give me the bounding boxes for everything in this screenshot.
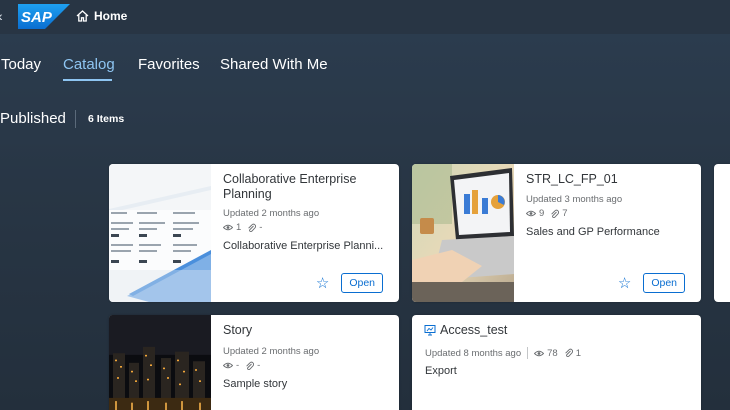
section-title: Published	[0, 110, 66, 127]
story-card[interactable]: Collaborative Enterprise Planning Update…	[109, 164, 399, 302]
card-updated: Updated 2 months ago	[223, 208, 320, 219]
attachments-count: 1	[575, 347, 581, 359]
card-body: Collaborative Enterprise Planning Update…	[223, 172, 389, 252]
views-count: -	[236, 360, 240, 371]
card-actions: ☆ Open	[316, 273, 383, 293]
svg-text:SAP: SAP	[21, 9, 53, 26]
paperclip-icon	[248, 223, 257, 232]
card-title[interactable]: Access_test	[440, 323, 507, 337]
card-description: Collaborative Enterprise Planni...	[223, 240, 384, 252]
card-description: Export	[425, 365, 457, 377]
eye-icon	[534, 350, 545, 356]
card-body: Story Updated 2 months ago - - Sample st…	[223, 323, 389, 390]
card-body: STR_LC_FP_01 Updated 3 months ago 9 7 Sa…	[526, 172, 691, 238]
card-actions: ☆ Open	[618, 273, 685, 293]
card-updated: Updated 3 months ago	[526, 194, 623, 205]
attachments-count: 7	[562, 208, 568, 219]
views-stat: 9	[526, 208, 544, 219]
eye-icon	[223, 362, 233, 369]
views-stat: -	[223, 360, 239, 371]
views-stat: 78	[534, 348, 558, 359]
card-updated: Updated 2 months ago	[223, 346, 320, 357]
open-button[interactable]: Open	[643, 273, 685, 293]
card-title[interactable]: Story	[223, 323, 389, 338]
open-button[interactable]: Open	[341, 273, 383, 293]
card-title[interactable]: STR_LC_FP_01	[526, 172, 691, 187]
attachments-stat: 1	[564, 348, 581, 359]
card-meta: Updated 8 months ago 78 1	[425, 347, 581, 359]
views-count: 9	[539, 208, 545, 219]
tab-favorites[interactable]: Favorites	[138, 56, 200, 73]
attachments-count: -	[257, 360, 261, 371]
favorite-star-icon[interactable]: ☆	[316, 276, 329, 291]
card-stats: 1 -	[223, 222, 389, 233]
presentation-icon	[424, 325, 436, 336]
card-header: Access_test	[424, 323, 507, 337]
home-icon	[76, 10, 89, 22]
card-thumbnail	[412, 164, 514, 302]
sap-logo[interactable]: SAP	[18, 4, 70, 29]
card-stats: 9 7	[526, 208, 691, 219]
paperclip-icon	[564, 348, 573, 358]
card-thumbnail	[109, 315, 211, 410]
card-title[interactable]: Collaborative Enterprise Planning	[223, 172, 389, 202]
item-count: 6 Items	[88, 113, 125, 125]
home-link[interactable]: Home	[76, 9, 127, 23]
attachments-count: -	[259, 222, 263, 233]
shell-bar: ‹ SAP Home	[0, 0, 730, 34]
card-thumbnail	[109, 164, 211, 302]
card-stats: - -	[223, 360, 389, 371]
tab-shared-with-me[interactable]: Shared With Me	[220, 56, 328, 73]
paperclip-icon	[246, 361, 255, 370]
attachments-stat: -	[247, 222, 262, 233]
favorite-star-icon[interactable]: ☆	[618, 276, 631, 291]
card-updated: Updated 8 months ago	[425, 347, 522, 359]
story-card[interactable]: STR_LC_FP_01 Updated 3 months ago 9 7 Sa…	[412, 164, 701, 302]
views-stat: 1	[223, 222, 241, 233]
views-count: 78	[547, 347, 558, 359]
story-card[interactable]: Access_test Updated 8 months ago 78 1 Ex…	[412, 315, 701, 410]
menu-icon[interactable]: ‹	[0, 9, 8, 23]
active-tab-indicator	[63, 79, 112, 81]
card-description: Sales and GP Performance	[526, 226, 660, 238]
attachments-stat: 7	[550, 208, 568, 219]
story-card[interactable]: Story Updated 2 months ago - - Sample st…	[109, 315, 399, 410]
home-label: Home	[94, 9, 128, 23]
attachments-stat: -	[245, 360, 260, 371]
paperclip-icon	[551, 209, 560, 218]
story-card-partial[interactable]	[714, 164, 730, 302]
card-description: Sample story	[223, 378, 288, 390]
tab-catalog[interactable]: Catalog	[63, 56, 115, 73]
views-count: 1	[236, 222, 242, 233]
eye-icon	[223, 224, 233, 231]
eye-icon	[526, 210, 536, 217]
tab-today[interactable]: Today	[1, 56, 41, 73]
section-divider	[75, 110, 76, 128]
meta-divider	[527, 347, 529, 359]
